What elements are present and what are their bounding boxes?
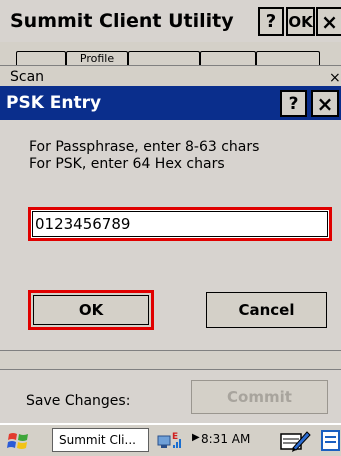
app-title: Summit Client Utility: [10, 10, 234, 32]
psk-input[interactable]: [28, 207, 332, 241]
windows-start-icon[interactable]: [6, 430, 32, 452]
scan-bar: [0, 66, 341, 86]
tab-5[interactable]: [256, 51, 320, 65]
dialog-title: PSK Entry: [6, 93, 102, 113]
taskbar-item-summit[interactable]: Summit Cli...: [52, 428, 149, 452]
cancel-button[interactable]: Cancel: [206, 292, 327, 328]
app-help-button[interactable]: ?: [258, 7, 284, 36]
tab-4[interactable]: [200, 51, 256, 65]
dialog-close-button[interactable]: ×: [311, 90, 339, 117]
save-changes-label: Save Changes:: [26, 393, 131, 409]
dialog-help-button[interactable]: ?: [280, 90, 307, 117]
tray-arrow-icon[interactable]: ▶: [192, 432, 200, 443]
passphrase-instruction: For Passphrase, enter 8-63 chars: [29, 139, 260, 155]
tab-1[interactable]: [16, 51, 66, 65]
svg-text:E: E: [172, 432, 178, 442]
psk-instruction: For PSK, enter 64 Hex chars: [29, 156, 225, 172]
app-bottom-strip: [0, 350, 341, 370]
scan-close-icon[interactable]: ×: [329, 70, 341, 86]
scan-label: Scan: [10, 69, 45, 84]
app-close-button[interactable]: ×: [316, 7, 341, 36]
desktop-icon[interactable]: [320, 428, 341, 454]
tab-3[interactable]: [128, 51, 200, 65]
ok-button[interactable]: OK: [28, 290, 154, 330]
app-ok-button[interactable]: OK: [286, 7, 315, 36]
clock[interactable]: 8:31 AM: [201, 432, 250, 446]
commit-button[interactable]: Commit: [191, 380, 328, 414]
tab-profile[interactable]: Profile: [66, 51, 128, 65]
input-panel-icon[interactable]: [279, 428, 313, 454]
network-signal-icon[interactable]: E: [157, 430, 187, 450]
